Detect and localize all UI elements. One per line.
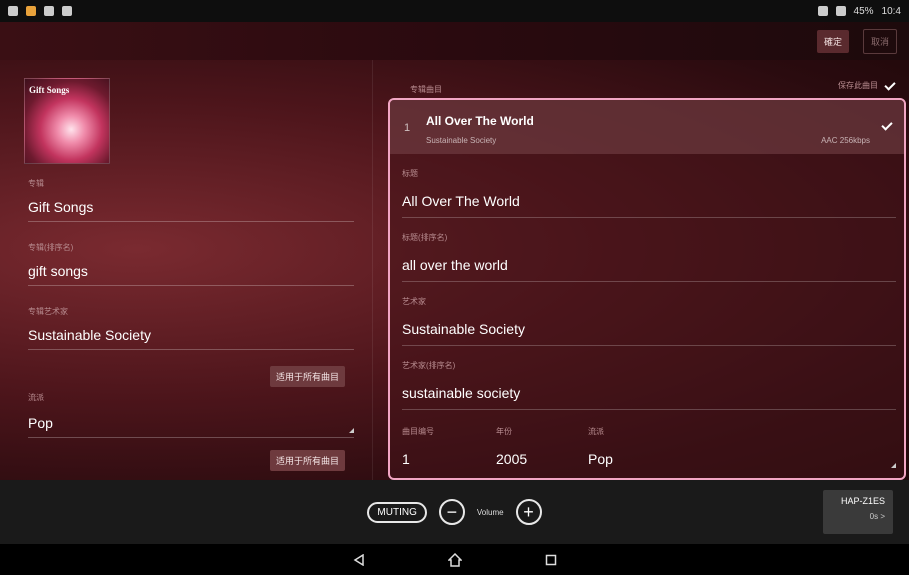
year-field[interactable]: 年份 2005 xyxy=(496,426,527,467)
album-artist-label: 专辑艺术家 xyxy=(28,307,68,316)
track-select-check-icon[interactable] xyxy=(881,120,892,131)
album-sort-value: gift songs xyxy=(28,263,88,279)
title-sort-field[interactable]: 标题(排序名) all over the world xyxy=(402,232,896,282)
save-track-toggle[interactable]: 保存此曲目 xyxy=(838,80,895,91)
volume-label: Volume xyxy=(476,507,504,517)
image-icon xyxy=(44,6,54,16)
album-value: Gift Songs xyxy=(28,199,94,215)
artist-value: Sustainable Society xyxy=(402,321,525,337)
album-field[interactable]: 专辑 Gift Songs xyxy=(28,178,354,222)
device-selector[interactable]: HAP-Z1ES 0s > xyxy=(823,490,893,534)
volume-controls: MUTING − Volume + xyxy=(367,499,542,525)
wifi-icon xyxy=(835,6,846,16)
field-underline xyxy=(402,281,896,282)
usb-icon xyxy=(8,6,18,16)
artist-field[interactable]: 艺术家 Sustainable Society xyxy=(402,296,896,346)
track-edit-panel: 1 All Over The World Sustainable Society… xyxy=(388,98,906,480)
recents-icon[interactable] xyxy=(543,552,559,568)
artist-sort-label: 艺术家(排序名) xyxy=(402,361,456,370)
top-bar: 確定 取消 xyxy=(0,22,909,60)
back-icon[interactable] xyxy=(351,552,367,568)
save-track-label: 保存此曲目 xyxy=(838,81,878,90)
device-status: 0s > xyxy=(869,512,885,521)
track-artist: Sustainable Society xyxy=(426,136,497,145)
album-sort-field[interactable]: 专辑(排序名) gift songs xyxy=(28,242,354,286)
track-number-field[interactable]: 曲目编号 1 xyxy=(402,426,434,467)
field-underline xyxy=(28,349,354,350)
album-sort-label: 专辑(排序名) xyxy=(28,243,74,252)
genre-field[interactable]: 流派 Pop xyxy=(28,392,354,438)
title-label: 标题 xyxy=(402,169,418,178)
title-field[interactable]: 标题 All Over The World xyxy=(402,168,896,218)
artist-sort-field[interactable]: 艺术家(排序名) sustainable society xyxy=(402,360,896,410)
field-underline xyxy=(402,217,896,218)
status-left xyxy=(8,6,72,16)
track-genre-dropdown-icon[interactable] xyxy=(891,463,896,468)
track-codec: AAC 256kbps xyxy=(821,136,870,145)
muting-button[interactable]: MUTING xyxy=(367,501,427,523)
track-number-label: 曲目编号 xyxy=(402,427,434,436)
track-number: 1 xyxy=(404,122,411,134)
track-genre-value: Pop xyxy=(588,451,613,467)
volume-down-button[interactable]: − xyxy=(438,499,465,525)
location-icon xyxy=(62,6,72,16)
ok-button[interactable]: 確定 xyxy=(816,29,849,53)
field-underline xyxy=(402,409,896,410)
title-sort-value: all over the world xyxy=(402,257,508,273)
status-bar: 45% 10:4 xyxy=(0,0,909,22)
notification-icon xyxy=(26,6,36,16)
artist-label: 艺术家 xyxy=(402,297,426,306)
device-name: HAP-Z1ES xyxy=(840,496,885,506)
track-title: All Over The World xyxy=(426,114,534,128)
title-sort-label: 标题(排序名) xyxy=(402,233,448,242)
field-underline xyxy=(28,285,354,286)
tag-editor: Gift Songs 专辑 Gift Songs 专辑(排序名) gift so… xyxy=(0,60,909,480)
plus-icon: + xyxy=(523,502,534,522)
album-artist-field[interactable]: 专辑艺术家 Sustainable Society xyxy=(28,306,354,350)
artist-sort-value: sustainable society xyxy=(402,385,521,401)
panel-divider xyxy=(372,60,373,480)
battery-indicator: 45% xyxy=(853,5,874,17)
home-icon[interactable] xyxy=(447,552,463,568)
system-nav-bar xyxy=(0,544,909,575)
album-tracks-label: 专辑曲目 xyxy=(410,85,442,94)
playback-control-bar: MUTING − Volume + HAP-Z1ES 0s > xyxy=(0,480,909,544)
field-underline xyxy=(28,437,354,438)
field-underline xyxy=(402,345,896,346)
genre-dropdown-icon[interactable] xyxy=(349,428,354,433)
year-value: 2005 xyxy=(496,451,528,467)
track-number-value: 1 xyxy=(402,451,410,467)
minus-icon: − xyxy=(446,502,458,522)
year-label: 年份 xyxy=(496,427,512,436)
title-value: All Over The World xyxy=(402,193,520,209)
album-art[interactable]: Gift Songs xyxy=(24,78,110,164)
apply-to-all-tracks-button-genre[interactable]: 适用于所有曲目 xyxy=(270,450,346,471)
status-right: 45% 10:4 xyxy=(817,5,901,17)
genre-value: Pop xyxy=(28,415,53,431)
cancel-button[interactable]: 取消 xyxy=(862,28,897,54)
clock: 10:4 xyxy=(881,5,901,17)
album-artist-value: Sustainable Society xyxy=(28,327,151,343)
alarm-icon xyxy=(817,6,828,16)
album-art-title: Gift Songs xyxy=(29,85,70,95)
track-header[interactable]: 1 All Over The World Sustainable Society… xyxy=(390,100,904,154)
genre-label: 流派 xyxy=(28,393,44,402)
save-track-check-icon[interactable] xyxy=(884,80,895,91)
apply-to-all-tracks-button-artist[interactable]: 适用于所有曲目 xyxy=(270,366,346,387)
field-underline xyxy=(28,221,354,222)
track-genre-label: 流派 xyxy=(588,427,604,436)
album-label: 专辑 xyxy=(28,179,44,188)
volume-up-button[interactable]: + xyxy=(515,499,542,525)
track-genre-field[interactable]: 流派 Pop xyxy=(588,426,613,467)
